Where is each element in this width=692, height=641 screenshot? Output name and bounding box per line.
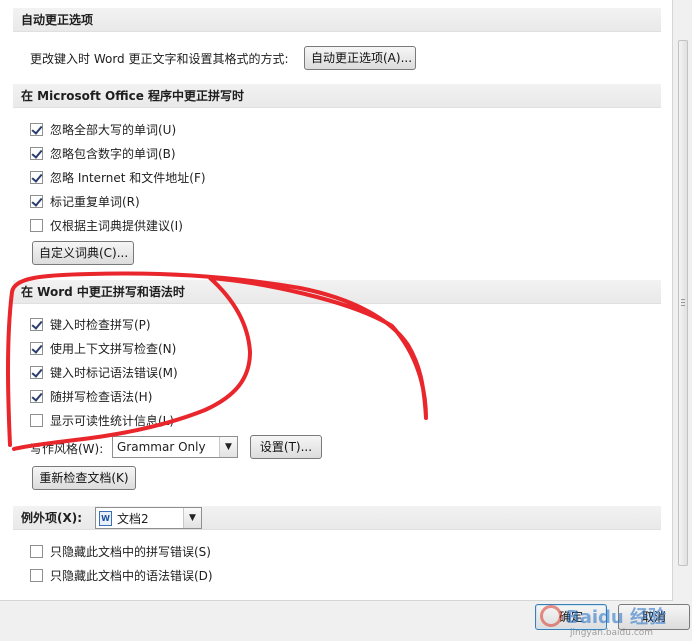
scrollbar-grip [681, 305, 685, 306]
option-check-spelling-typing[interactable]: 键入时检查拼写(P) [30, 315, 151, 333]
option-mark-grammar[interactable]: 键入时标记语法错误(M) [30, 363, 178, 381]
scrollbar-grip [681, 299, 685, 300]
checkbox[interactable] [30, 146, 43, 160]
option-label: 忽略全部大写的单词(U) [50, 122, 177, 137]
scrollbar-grip [681, 302, 685, 303]
option-ignore-internet[interactable]: 忽略 Internet 和文件地址(F) [30, 168, 206, 186]
checkbox[interactable] [30, 317, 43, 331]
checkbox[interactable] [30, 170, 43, 184]
option-label: 随拼写检查语法(H) [50, 389, 153, 404]
autocorrect-description: 更改键入时 Word 更正文字和设置其格式的方式: [30, 52, 289, 66]
option-label: 仅根据主词典提供建议(I) [50, 218, 183, 233]
checkbox[interactable] [30, 122, 43, 136]
checkbox[interactable] [30, 544, 43, 558]
option-label: 显示可读性统计信息(L) [50, 413, 175, 428]
writing-style-value: Grammar Only [117, 440, 206, 454]
option-contextual-spelling[interactable]: 使用上下文拼写检查(N) [30, 339, 176, 357]
option-ignore-uppercase[interactable]: 忽略全部大写的单词(U) [30, 120, 176, 138]
option-ignore-numbers[interactable]: 忽略包含数字的单词(B) [30, 144, 176, 162]
option-flag-repeated[interactable]: 标记重复单词(R) [30, 192, 140, 210]
section-header-autocorrect: 自动更正选项 [13, 8, 661, 32]
writing-style-select[interactable]: Grammar Only ▼ [112, 436, 238, 458]
checkbox[interactable] [30, 218, 43, 232]
option-label: 忽略 Internet 和文件地址(F) [50, 170, 206, 185]
option-readability-stats[interactable]: 显示可读性统计信息(L) [30, 411, 174, 429]
option-grammar-with-spelling[interactable]: 随拼写检查语法(H) [30, 387, 152, 405]
option-main-dictionary-only[interactable]: 仅根据主词典提供建议(I) [30, 216, 183, 234]
option-label: 只隐藏此文档中的语法错误(D) [50, 568, 213, 583]
watermark-site: jingyan.baidu.com [570, 628, 654, 638]
checkbox[interactable] [30, 568, 43, 582]
custom-dictionaries-button[interactable]: 自定义词典(C)... [32, 241, 134, 265]
options-panel: 自动更正选项 更改键入时 Word 更正文字和设置其格式的方式: 自动更正选项(… [0, 0, 673, 601]
option-label: 使用上下文拼写检查(N) [50, 341, 177, 356]
chevron-down-icon[interactable]: ▼ [219, 437, 237, 457]
option-hide-grammar-errors[interactable]: 只隐藏此文档中的语法错误(D) [30, 566, 213, 584]
checkbox[interactable] [30, 194, 43, 208]
vertical-scrollbar[interactable] [674, 0, 692, 601]
exceptions-document-select[interactable]: W 文档2 ▼ [95, 507, 202, 529]
option-hide-spelling-errors[interactable]: 只隐藏此文档中的拼写错误(S) [30, 542, 211, 560]
section-header-word-spelling: 在 Word 中更正拼写和语法时 [13, 280, 661, 304]
scrollbar-thumb[interactable] [678, 40, 688, 566]
grammar-settings-button[interactable]: 设置(T)... [250, 435, 322, 459]
option-label: 键入时检查拼写(P) [50, 317, 151, 332]
checkbox[interactable] [30, 365, 43, 379]
checkbox[interactable] [30, 341, 43, 355]
writing-style-label: 写作风格(W): [30, 442, 104, 456]
exceptions-label: 例外项(X): [21, 510, 83, 525]
word-document-icon: W [99, 510, 112, 526]
autocorrect-options-button[interactable]: 自动更正选项(A)... [304, 46, 416, 70]
option-label: 键入时标记语法错误(M) [50, 365, 178, 380]
exceptions-document-value: 文档2 [117, 511, 149, 526]
option-label: 标记重复单词(R) [50, 194, 140, 209]
ok-button[interactable]: 确定 [535, 604, 607, 630]
section-header-office-spelling: 在 Microsoft Office 程序中更正拼写时 [13, 84, 661, 108]
checkbox[interactable] [30, 413, 43, 427]
checkbox[interactable] [30, 389, 43, 403]
chevron-down-icon[interactable]: ▼ [183, 508, 201, 528]
option-label: 只隐藏此文档中的拼写错误(S) [50, 544, 211, 559]
recheck-document-button[interactable]: 重新检查文档(K) [32, 466, 136, 490]
cancel-button[interactable]: 取消 [618, 604, 690, 630]
option-label: 忽略包含数字的单词(B) [50, 146, 176, 161]
